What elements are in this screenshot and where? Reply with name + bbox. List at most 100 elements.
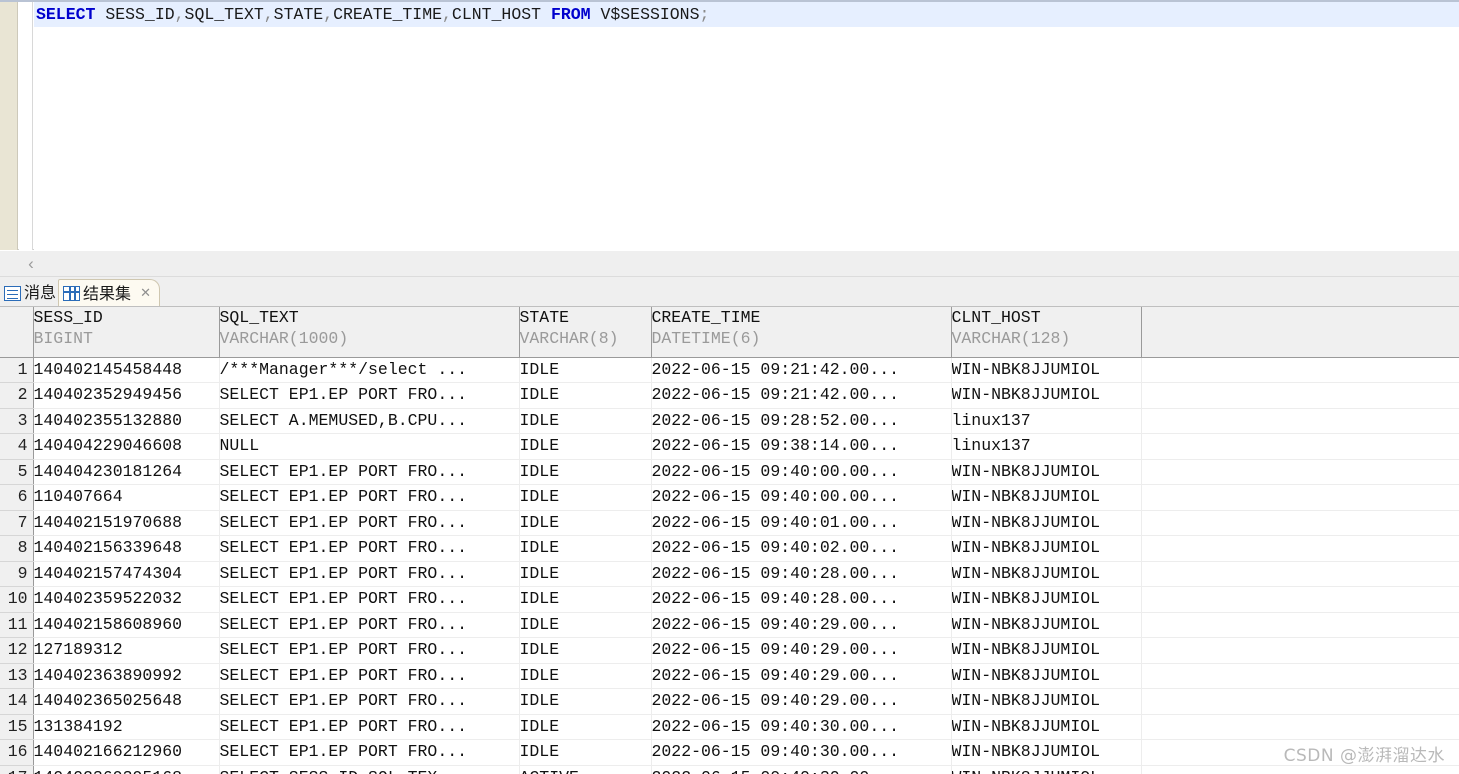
- cell-state[interactable]: ACTIVE: [519, 765, 652, 774]
- cell-create-time[interactable]: 2022-06-15 09:40:00.00...: [651, 484, 952, 511]
- row-number-cell[interactable]: 16: [0, 739, 34, 766]
- cell-sql-text[interactable]: SELECT EP1.EP PORT FRO...: [219, 714, 520, 740]
- cell-sql-text[interactable]: SELECT EP1.EP PORT FRO...: [219, 688, 520, 715]
- cell-sql-text[interactable]: SELECT EP1.EP PORT FRO...: [219, 510, 520, 536]
- cell-sql-text[interactable]: SELECT EP1.EP PORT FRO...: [219, 561, 520, 587]
- cell-create-time[interactable]: 2022-06-15 09:40:29.00...: [651, 663, 952, 689]
- cell-sess-id[interactable]: 140402363890992: [33, 663, 220, 689]
- tab-messages[interactable]: 消息: [0, 279, 61, 307]
- cell-state[interactable]: IDLE: [519, 637, 652, 664]
- cell-clnt-host[interactable]: WIN-NBK8JJUMIOL: [951, 637, 1142, 664]
- row-number-cell[interactable]: 6: [0, 484, 34, 511]
- cell-state[interactable]: IDLE: [519, 433, 652, 460]
- cell-clnt-host[interactable]: WIN-NBK8JJUMIOL: [951, 357, 1142, 383]
- cell-create-time[interactable]: 2022-06-15 09:38:14.00...: [651, 433, 952, 460]
- row-number-cell[interactable]: 17: [0, 765, 34, 774]
- cell-state[interactable]: IDLE: [519, 357, 652, 383]
- cell-clnt-host[interactable]: WIN-NBK8JJUMIOL: [951, 561, 1142, 587]
- cell-clnt-host[interactable]: WIN-NBK8JJUMIOL: [951, 535, 1142, 562]
- cell-create-time[interactable]: 2022-06-15 09:40:29.00...: [651, 612, 952, 638]
- cell-clnt-host[interactable]: linux137: [951, 433, 1142, 460]
- sql-editor-text-area[interactable]: SELECT SESS_ID,SQL_TEXT,STATE,CREATE_TIM…: [34, 2, 1459, 250]
- table-row[interactable]: 14 140402365025648 SELECT EP1.EP PORT FRO.…: [0, 688, 1459, 715]
- cell-state[interactable]: IDLE: [519, 561, 652, 587]
- row-number-cell[interactable]: 15: [0, 714, 34, 740]
- table-row[interactable]: 7 140402151970688 SELECT EP1.EP PORT FRO..…: [0, 510, 1459, 536]
- close-icon[interactable]: ✕: [139, 287, 152, 300]
- cell-clnt-host[interactable]: WIN-NBK8JJUMIOL: [951, 459, 1142, 485]
- cell-sess-id[interactable]: 140402166212960: [33, 739, 220, 766]
- cell-clnt-host[interactable]: WIN-NBK8JJUMIOL: [951, 510, 1142, 536]
- table-row[interactable]: 9 140402157474304 SELECT EP1.EP PORT FRO..…: [0, 561, 1459, 587]
- cell-sql-text[interactable]: NULL: [219, 433, 520, 460]
- row-number-cell[interactable]: 13: [0, 663, 34, 689]
- cell-create-time[interactable]: 2022-06-15 09:40:29.00...: [651, 688, 952, 715]
- cell-state[interactable]: IDLE: [519, 663, 652, 689]
- column-header-sess-id[interactable]: SESS_ID BIGINT: [33, 307, 220, 358]
- cell-create-time[interactable]: 2022-06-15 09:21:42.00...: [651, 382, 952, 409]
- cell-sql-text[interactable]: /***Manager***/select ...: [219, 357, 520, 383]
- cell-clnt-host[interactable]: WIN-NBK8JJUMIOL: [951, 586, 1142, 613]
- row-number-cell[interactable]: 5: [0, 459, 34, 485]
- row-number-cell[interactable]: 10: [0, 586, 34, 613]
- cell-sql-text[interactable]: SELECT EP1.EP PORT FRO...: [219, 612, 520, 638]
- table-row[interactable]: 12 127189312 SELECT EP1.EP PORT FRO... IDLE…: [0, 637, 1459, 664]
- table-row[interactable]: 10 140402359522032 SELECT EP1.EP PORT FRO.…: [0, 586, 1459, 613]
- cell-sql-text[interactable]: SELECT EP1.EP PORT FRO...: [219, 382, 520, 409]
- column-header-state[interactable]: STATE VARCHAR(8): [519, 307, 652, 358]
- cell-state[interactable]: IDLE: [519, 382, 652, 409]
- cell-create-time[interactable]: 2022-06-15 09:21:42.00...: [651, 357, 952, 383]
- row-number-cell[interactable]: 9: [0, 561, 34, 587]
- cell-sql-text[interactable]: SELECT EP1.EP PORT FRO...: [219, 484, 520, 511]
- table-row[interactable]: 13 140402363890992 SELECT EP1.EP PORT FRO.…: [0, 663, 1459, 689]
- cell-state[interactable]: IDLE: [519, 535, 652, 562]
- row-number-cell[interactable]: 1: [0, 357, 34, 383]
- table-row[interactable]: 6 110407664 SELECT EP1.EP PORT FRO... IDLE 2…: [0, 484, 1459, 511]
- table-row[interactable]: 15 131384192 SELECT EP1.EP PORT FRO... IDLE…: [0, 714, 1459, 740]
- table-row[interactable]: 17140402369395168SELECT SESS ID,SQL TEX.…: [0, 765, 1459, 774]
- cell-sess-id[interactable]: 140404230181264: [33, 459, 220, 485]
- cell-create-time[interactable]: 2022-06-15 09:40:30.00...: [651, 739, 952, 766]
- row-number-cell[interactable]: 3: [0, 408, 34, 434]
- table-row[interactable]: 5 140404230181264 SELECT EP1.EP PORT FRO..…: [0, 459, 1459, 485]
- cell-clnt-host[interactable]: WIN-NBK8JJUMIOL: [951, 382, 1142, 409]
- cell-sess-id[interactable]: 140402145458448: [33, 357, 220, 383]
- cell-sess-id[interactable]: 140402151970688: [33, 510, 220, 536]
- table-row[interactable]: 8 140402156339648 SELECT EP1.EP PORT FRO..…: [0, 535, 1459, 562]
- cell-sess-id[interactable]: 131384192: [33, 714, 220, 740]
- collapse-chevron-icon[interactable]: ‹: [22, 255, 40, 273]
- cell-create-time[interactable]: 2022-06-15 09:40:01.00...: [651, 510, 952, 536]
- table-row[interactable]: 4 140404229046608 NULL IDLE 2022-06-15 09:38…: [0, 433, 1459, 460]
- table-row[interactable]: 16 140402166212960 SELECT EP1.EP PORT FRO.…: [0, 739, 1459, 766]
- cell-clnt-host[interactable]: WIN-NBK8JJUMIOL: [951, 765, 1142, 774]
- cell-create-time[interactable]: 2022-06-15 09:40:28.00...: [651, 586, 952, 613]
- table-row[interactable]: 1 140402145458448/***Manager***/select ..…: [0, 357, 1459, 383]
- cell-sess-id[interactable]: 140402352949456: [33, 382, 220, 409]
- column-header-create-time[interactable]: CREATE_TIME DATETIME(6): [651, 307, 952, 358]
- cell-sess-id[interactable]: 140402365025648: [33, 688, 220, 715]
- row-number-cell[interactable]: 8: [0, 535, 34, 562]
- cell-clnt-host[interactable]: WIN-NBK8JJUMIOL: [951, 663, 1142, 689]
- cell-clnt-host[interactable]: WIN-NBK8JJUMIOL: [951, 612, 1142, 638]
- cell-create-time[interactable]: 2022-06-15 09:40:02.00...: [651, 535, 952, 562]
- cell-sql-text[interactable]: SELECT EP1.EP PORT FRO...: [219, 459, 520, 485]
- cell-create-time[interactable]: 2022-06-15 09:40:28.00...: [651, 561, 952, 587]
- cell-sql-text[interactable]: SELECT EP1.EP PORT FRO...: [219, 739, 520, 766]
- cell-state[interactable]: IDLE: [519, 714, 652, 740]
- cell-create-time[interactable]: 2022-06-15 09:40:29.00...: [651, 637, 952, 664]
- row-number-cell[interactable]: 7: [0, 510, 34, 536]
- table-row[interactable]: 3 140402355132880 SELECT A.MEMUSED,B.CPU..…: [0, 408, 1459, 434]
- row-number-cell[interactable]: 4: [0, 433, 34, 460]
- cell-sess-id[interactable]: 140402359522032: [33, 586, 220, 613]
- row-number-cell[interactable]: 12: [0, 637, 34, 664]
- sql-query-line[interactable]: SELECT SESS_ID,SQL_TEXT,STATE,CREATE_TIM…: [34, 2, 1459, 27]
- result-grid-scroll-area[interactable]: SESS_ID BIGINT SQL_TEXT VARCHAR(1000) ST…: [0, 307, 1459, 774]
- cell-sql-text[interactable]: SELECT EP1.EP PORT FRO...: [219, 637, 520, 664]
- cell-create-time[interactable]: 2022-06-15 09:40:30.00...: [651, 714, 952, 740]
- cell-state[interactable]: IDLE: [519, 612, 652, 638]
- cell-sql-text[interactable]: SELECT A.MEMUSED,B.CPU...: [219, 408, 520, 434]
- cell-clnt-host[interactable]: WIN-NBK8JJUMIOL: [951, 714, 1142, 740]
- cell-sess-id[interactable]: 140402158608960: [33, 612, 220, 638]
- column-header-sql-text[interactable]: SQL_TEXT VARCHAR(1000): [219, 307, 520, 358]
- cell-sess-id[interactable]: 127189312: [33, 637, 220, 664]
